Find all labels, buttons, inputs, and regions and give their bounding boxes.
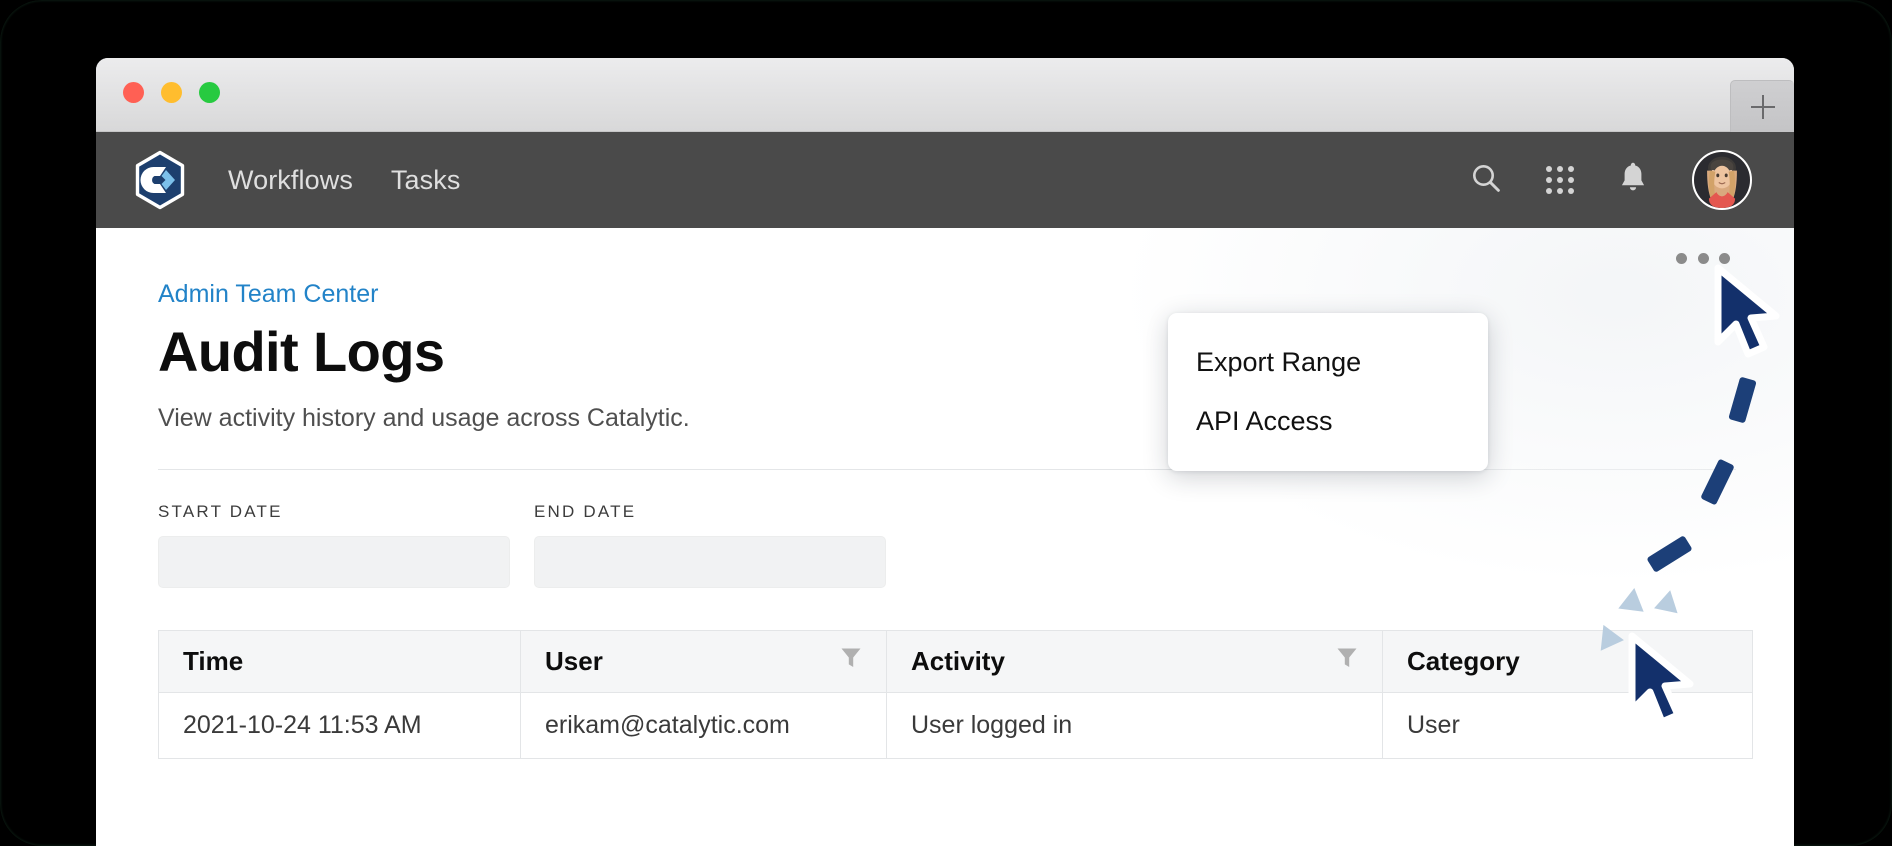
filter-icon-user[interactable] — [840, 646, 862, 677]
app-navbar: Workflows Tasks — [96, 132, 1794, 228]
browser-window: Workflows Tasks Admin Team Center Audit … — [96, 58, 1794, 846]
kebab-dot — [1676, 252, 1687, 264]
audit-logs-table: Time User Activity Category 2021-10-24 1… — [158, 630, 1753, 759]
end-date-input[interactable] — [534, 536, 886, 588]
plus-icon — [1750, 94, 1775, 119]
more-options-button[interactable] — [1676, 246, 1730, 270]
click-burst-particle — [1618, 587, 1652, 623]
minimize-window-button[interactable] — [161, 82, 182, 103]
click-burst-particle — [1654, 587, 1682, 614]
end-date-label: END DATE — [534, 502, 637, 521]
date-filters: START DATE END DATE — [158, 502, 1794, 588]
column-header-time-label: Time — [183, 646, 244, 676]
column-header-activity[interactable]: Activity — [886, 630, 1383, 693]
catalytic-logo-icon[interactable] — [130, 150, 190, 210]
cell-category: User — [1382, 692, 1753, 759]
screenshot-scene: Workflows Tasks Admin Team Center Audit … — [0, 0, 1892, 846]
start-date-field: START DATE — [158, 502, 510, 588]
nav-links: Workflows Tasks — [228, 165, 460, 196]
start-date-input[interactable] — [158, 536, 510, 588]
column-header-time[interactable]: Time — [158, 630, 521, 693]
navbar-actions — [1470, 150, 1752, 210]
menu-item-export-range[interactable]: Export Range — [1168, 333, 1488, 392]
avatar[interactable] — [1692, 150, 1752, 210]
notifications-bell-icon[interactable] — [1618, 162, 1648, 199]
cursor-trail-dash — [1700, 458, 1735, 506]
cell-activity: User logged in — [886, 692, 1383, 759]
page-subtitle: View activity history and usage across C… — [158, 404, 690, 432]
section-divider — [158, 469, 1736, 470]
apps-grid-icon[interactable] — [1546, 166, 1574, 194]
search-icon[interactable] — [1470, 162, 1502, 199]
kebab-dot — [1697, 252, 1709, 264]
page-content: Admin Team Center Audit Logs View activi… — [96, 228, 1794, 846]
nav-link-workflows[interactable]: Workflows — [228, 165, 353, 196]
filter-icon-activity[interactable] — [1336, 646, 1358, 677]
table-body: 2021-10-24 11:53 AM erikam@catalytic.com… — [158, 692, 1753, 759]
column-header-category-label: Category — [1407, 646, 1520, 676]
close-window-button[interactable] — [123, 82, 144, 103]
cell-user: erikam@catalytic.com — [520, 692, 887, 759]
page-title: Audit Logs — [158, 320, 445, 383]
column-header-user[interactable]: User — [520, 630, 887, 693]
table-head: Time User Activity Category — [158, 630, 1753, 693]
new-tab-button[interactable] — [1730, 80, 1794, 132]
breadcrumb-link-admin-team-center[interactable]: Admin Team Center — [158, 280, 378, 309]
maximize-window-button[interactable] — [199, 82, 220, 103]
menu-item-api-access[interactable]: API Access — [1168, 392, 1488, 451]
browser-titlebar — [96, 58, 1794, 132]
table-header-row: Time User Activity Category — [158, 630, 1753, 693]
column-header-activity-label: Activity — [911, 646, 1005, 676]
cell-time: 2021-10-24 11:53 AM — [158, 692, 521, 759]
start-date-label: START DATE — [158, 502, 283, 521]
window-traffic-lights — [123, 82, 220, 103]
column-header-category[interactable]: Category — [1382, 630, 1753, 693]
kebab-dot — [1719, 252, 1730, 264]
overflow-dropdown-menu: Export Range API Access — [1168, 313, 1488, 471]
nav-link-tasks[interactable]: Tasks — [391, 165, 461, 196]
breadcrumb: Admin Team Center — [158, 280, 1794, 309]
table-row[interactable]: 2021-10-24 11:53 AM erikam@catalytic.com… — [158, 692, 1753, 759]
end-date-field: END DATE — [534, 502, 886, 588]
column-header-user-label: User — [545, 646, 603, 676]
